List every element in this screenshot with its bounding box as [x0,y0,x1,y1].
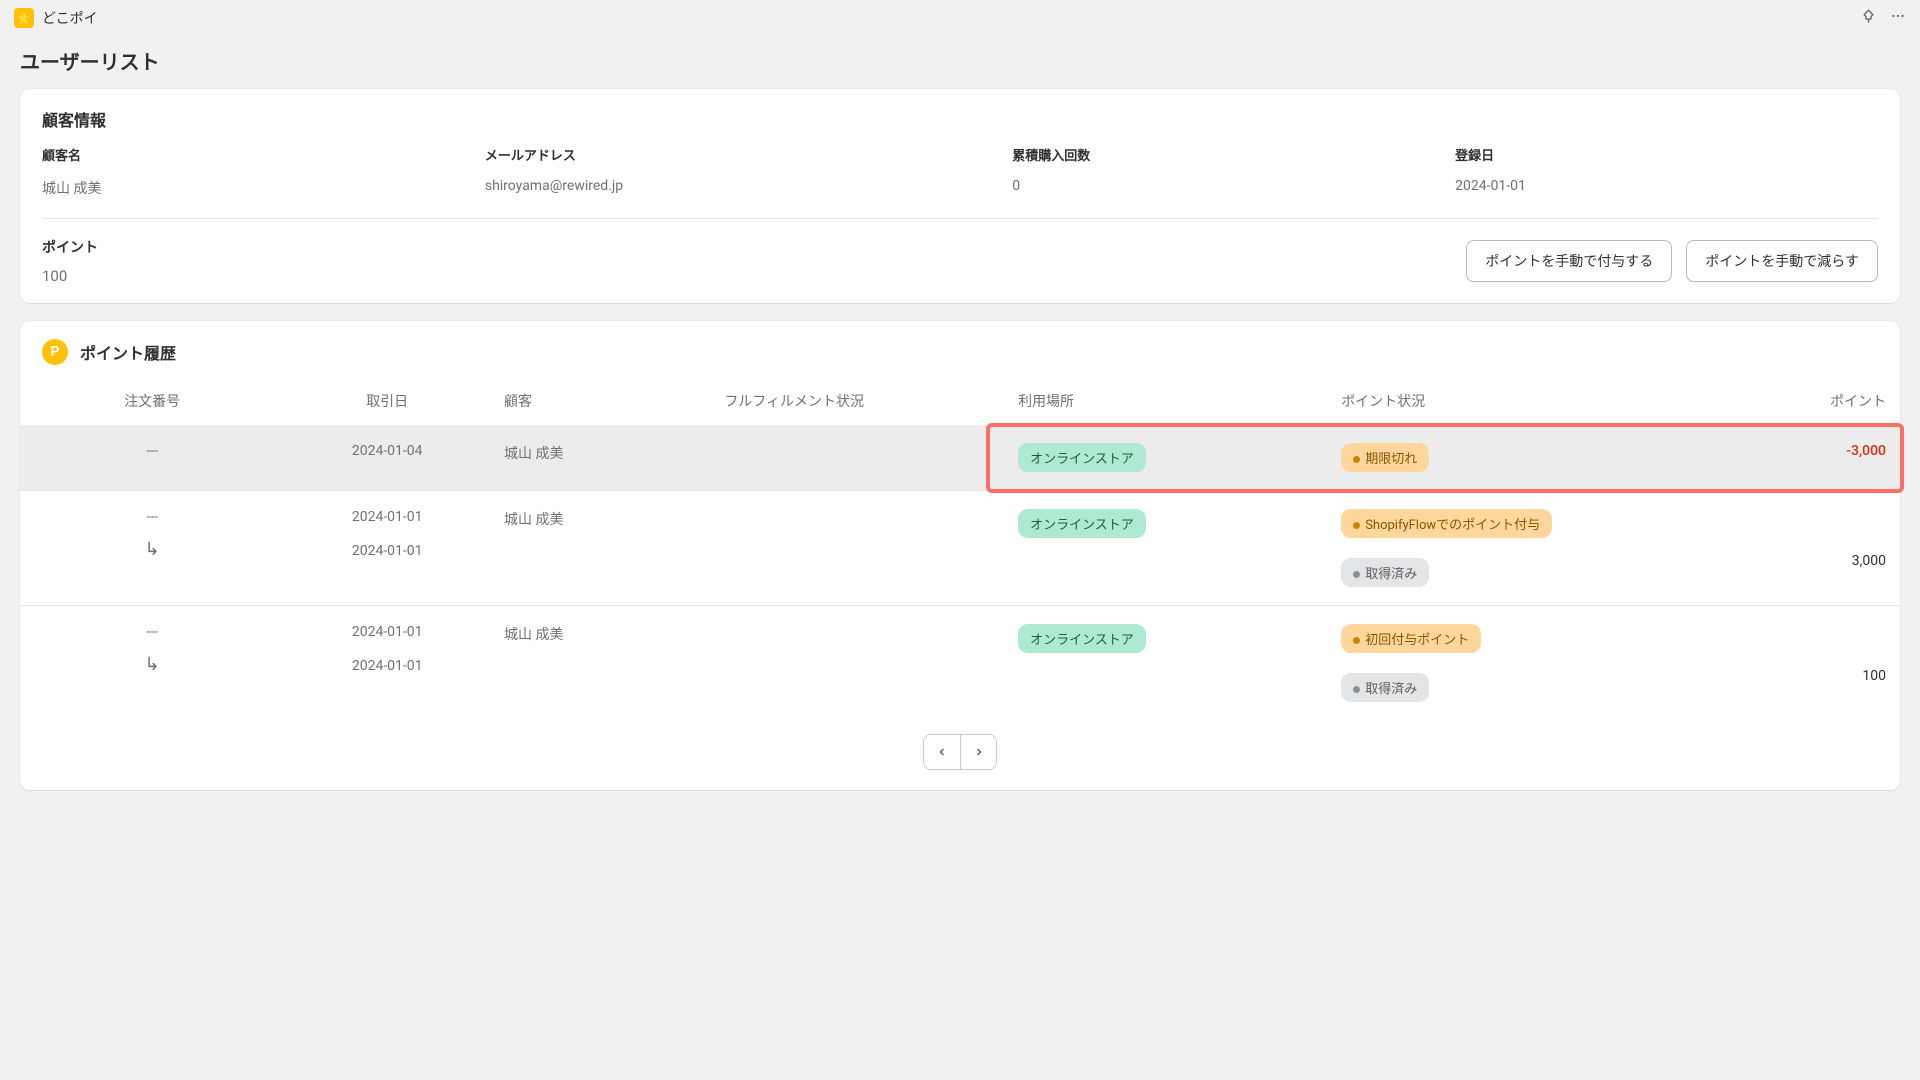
col-order: 注文番号 [20,371,284,425]
location-badge: オンラインストア [1018,509,1146,538]
date-cell: 2024-01-012024-01-01 [284,491,490,606]
status-badge: ShopifyFlowでのポイント付与 [1341,509,1552,538]
customer-info-card: 顧客情報 顧客名 城山 成美 メールアドレス shiroyama@rewired… [20,89,1900,303]
history-table: 注文番号 取引日 顧客 フルフィルメント状況 利用場所 ポイント状況 ポイント … [20,371,1900,720]
fulfillment-cell [710,606,1004,721]
customer-orders-label: 累積購入回数 [1012,145,1435,170]
customer-cell: 城山 成美 [490,606,710,721]
date-cell: 2024-01-04 [284,425,490,491]
app-name: どこポイ [42,8,98,28]
topbar-left: 🌟 どこポイ [14,8,98,28]
app-icon: 🌟 [14,8,34,28]
col-fulfillment: フルフィルメント状況 [710,371,1004,425]
location-badge: オンラインストア [1018,624,1146,653]
table-row[interactable]: ---↳2024-01-012024-01-01城山 成美 オンラインストア 初回付… [20,606,1900,721]
history-title: ポイント履歴 [80,340,176,364]
status-cell: 期限切れ [1327,425,1709,491]
customer-name-label: 顧客名 [42,145,465,170]
col-status: ポイント状況 [1327,371,1709,425]
col-location: 利用場所 [1004,371,1327,425]
status-badge: 取得済み [1341,673,1429,702]
status-badge: 取得済み [1341,558,1429,587]
table-row[interactable]: ---↳2024-01-012024-01-01城山 成美 オンラインストア Sho… [20,491,1900,606]
status-badge: 初回付与ポイント [1341,624,1481,653]
fulfillment-cell [710,425,1004,491]
more-icon[interactable] [1890,8,1906,28]
location-cell: オンラインストア [1004,606,1327,721]
order-cell: ---↳ [20,491,284,606]
customer-name-value: 城山 成美 [42,170,465,198]
customer-info-title: 顧客情報 [42,107,1878,131]
subtract-points-button[interactable]: ポイントを手動で減らす [1686,240,1878,282]
location-cell: オンラインストア [1004,491,1327,606]
topbar-right [1861,8,1906,28]
customer-email-value: shiroyama@rewired.jp [485,170,992,194]
pin-icon[interactable] [1861,9,1876,28]
order-cell: ---↳ [20,606,284,721]
points-cell: 3,000 [1709,491,1900,606]
points-value: 100 [42,267,98,285]
point-history-card: P ポイント履歴 注文番号 取引日 顧客 フルフィルメント状況 利用場所 ポイン… [20,321,1900,790]
order-cell: --- [20,425,284,491]
page-title: ユーザーリスト [20,46,1900,75]
page: ユーザーリスト 顧客情報 顧客名 城山 成美 メールアドレス shiroyama… [0,36,1920,848]
points-cell: 100 [1709,606,1900,721]
col-date: 取引日 [284,371,490,425]
customer-info-grid: 顧客名 城山 成美 メールアドレス shiroyama@rewired.jp 累… [42,145,1878,219]
status-badge: 期限切れ [1341,443,1429,472]
points-label: ポイント [42,237,98,257]
pagination [20,720,1900,790]
page-next-button[interactable] [960,735,996,769]
status-cell: ShopifyFlowでのポイント付与取得済み [1327,491,1709,606]
date-cell: 2024-01-012024-01-01 [284,606,490,721]
fulfillment-cell [710,491,1004,606]
table-row[interactable]: ---2024-01-04城山 成美 オンラインストア 期限切れ -3,000 [20,425,1900,491]
col-customer: 顧客 [490,371,710,425]
location-badge: オンラインストア [1018,443,1146,472]
page-prev-button[interactable] [924,735,960,769]
customer-orders-value: 0 [1012,170,1435,194]
col-points: ポイント [1709,371,1900,425]
location-cell: オンラインストア [1004,425,1327,491]
customer-registered-value: 2024-01-01 [1455,170,1878,194]
topbar: 🌟 どこポイ [0,0,1920,36]
customer-email-label: メールアドレス [485,145,992,170]
status-cell: 初回付与ポイント取得済み [1327,606,1709,721]
add-points-button[interactable]: ポイントを手動で付与する [1466,240,1672,282]
points-row: ポイント 100 ポイントを手動で付与する ポイントを手動で減らす [42,219,1878,285]
customer-cell: 城山 成美 [490,425,710,491]
points-cell: -3,000 [1709,425,1900,491]
sub-arrow-icon: ↳ [145,539,160,560]
history-badge-icon: P [42,339,68,365]
customer-registered-label: 登録日 [1455,145,1878,170]
sub-arrow-icon: ↳ [145,654,160,675]
customer-cell: 城山 成美 [490,491,710,606]
